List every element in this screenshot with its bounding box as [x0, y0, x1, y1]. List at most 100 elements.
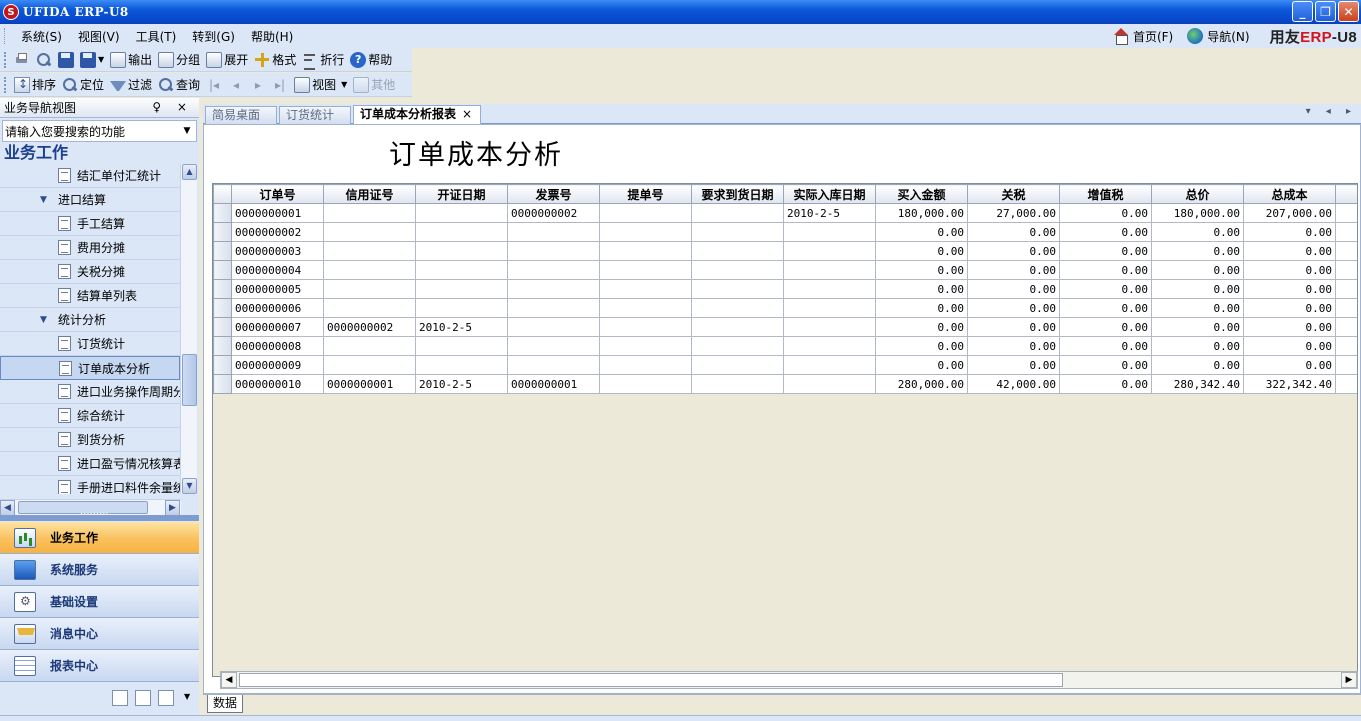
table-cell[interactable] [691, 203, 784, 223]
tree-item[interactable]: 费用分摊 [0, 236, 180, 260]
table-cell[interactable]: 0.00 [1059, 298, 1152, 318]
table-cell[interactable]: 0.00 [1059, 222, 1152, 242]
last-record-button[interactable]: ▸| [269, 75, 291, 95]
table-cell[interactable] [323, 355, 416, 375]
column-header[interactable]: 总成本 [1243, 184, 1336, 204]
table-cell[interactable]: 322,342.40 [1243, 374, 1336, 394]
table-cell[interactable]: 0.00 [1059, 260, 1152, 280]
table-cell[interactable]: 0.00 [1151, 336, 1244, 356]
list-icon[interactable] [135, 690, 151, 706]
toolbar-grip-2[interactable] [4, 76, 8, 93]
tree-folder[interactable]: ▼ 统计分析 [0, 308, 180, 332]
table-cell[interactable] [599, 279, 692, 299]
tree-item[interactable]: 手册进口料件余量统 [0, 476, 180, 494]
table-cell[interactable]: 0.00 [967, 279, 1060, 299]
tree-item[interactable]: 进口盈亏情况核算表 [0, 452, 180, 476]
table-cell[interactable] [323, 222, 416, 242]
locate-button[interactable]: 定位 [59, 75, 107, 95]
navigate-link[interactable]: 导航(N) [1187, 28, 1250, 45]
row-selector[interactable] [213, 336, 232, 356]
nav-bar-item[interactable]: 系统服务 [0, 554, 199, 586]
tree-item[interactable]: 结算单列表 [0, 284, 180, 308]
tree-item[interactable]: 综合统计 [0, 404, 180, 428]
table-cell[interactable]: 0000000010 [231, 374, 324, 394]
column-header[interactable]: 订单号 [231, 184, 324, 204]
table-cell[interactable] [323, 298, 416, 318]
function-search-input[interactable]: 请输入您要搜索的功能 ▼ [2, 120, 197, 142]
close-button[interactable]: ✕ [1338, 1, 1359, 22]
output-button[interactable]: 输出 [107, 50, 155, 70]
table-cell[interactable]: 0.00 [1243, 260, 1336, 280]
table-cell[interactable] [599, 260, 692, 280]
table-cell[interactable]: 0.00 [1243, 336, 1336, 356]
table-cell[interactable]: 0.00 [1151, 298, 1244, 318]
chevron-down-icon[interactable]: ▼ [180, 124, 194, 138]
table-cell[interactable]: 0.00 [967, 260, 1060, 280]
table-cell[interactable]: 0.00 [1059, 241, 1152, 261]
tab-scroll-controls[interactable]: ▾ ◂ ▸ [1306, 106, 1357, 117]
tab-desktop[interactable]: 简易桌面 [205, 106, 277, 124]
pin-icon[interactable]: ♀ × [152, 100, 193, 114]
table-cell[interactable]: 0.00 [875, 336, 968, 356]
panel-splitter[interactable] [0, 509, 199, 521]
table-cell[interactable] [783, 222, 876, 242]
query-button[interactable]: 查询 [155, 75, 203, 95]
tree-item[interactable]: 进口业务操作周期分 [0, 380, 180, 404]
table-cell[interactable] [415, 355, 508, 375]
table-cell[interactable]: 2010-2-5 [415, 374, 508, 394]
table-row[interactable]: 0000000006 0.00 0.00 0.00 0.00 0.00 [213, 298, 1357, 318]
table-cell[interactable]: 0.00 [967, 355, 1060, 375]
nav-bar-item[interactable]: 基础设置 [0, 586, 199, 618]
tree-icon[interactable] [158, 690, 174, 706]
prev-record-button[interactable]: ◂ [225, 75, 247, 95]
table-cell[interactable] [783, 374, 876, 394]
table-cell[interactable] [691, 336, 784, 356]
table-cell[interactable] [691, 355, 784, 375]
table-row[interactable]: 0000000003 0.00 0.00 0.00 0.00 0.00 [213, 241, 1357, 261]
grid-scroll-left-icon[interactable]: ◀ [221, 672, 237, 688]
table-cell[interactable]: 0.00 [1059, 374, 1152, 394]
table-cell[interactable]: 0000000005 [231, 279, 324, 299]
table-cell[interactable] [507, 260, 600, 280]
table-cell[interactable] [783, 317, 876, 337]
collapse-icon[interactable]: ▼ [40, 195, 58, 205]
table-cell[interactable]: 0.00 [967, 317, 1060, 337]
expand-button[interactable]: 展开 [203, 50, 251, 70]
table-row[interactable]: 0000000010 0000000001 2010-2-5 0000000001 28… [213, 374, 1357, 394]
table-cell[interactable]: 180,000.00 [1151, 203, 1244, 223]
table-cell[interactable] [599, 355, 692, 375]
table-cell[interactable]: 0000000007 [231, 317, 324, 337]
tree-item[interactable]: 订单成本分析 [0, 356, 180, 380]
table-cell[interactable] [415, 203, 508, 223]
menu-help[interactable]: 帮助(H) [243, 28, 301, 45]
table-cell[interactable]: 0.00 [1059, 336, 1152, 356]
table-cell[interactable]: 0.00 [1059, 203, 1152, 223]
column-header[interactable]: 要求到货日期 [691, 184, 784, 204]
table-cell[interactable] [599, 241, 692, 261]
table-cell[interactable]: 207,000.00 [1243, 203, 1336, 223]
table-cell[interactable]: 0000000002 [323, 317, 416, 337]
table-cell[interactable] [599, 203, 692, 223]
menu-tools[interactable]: 工具(T) [128, 28, 185, 45]
table-cell[interactable]: 0.00 [967, 241, 1060, 261]
data-sheet-tab[interactable]: 数据 [207, 695, 244, 713]
table-cell[interactable] [323, 241, 416, 261]
menu-system[interactable]: 系统(S) [13, 28, 70, 45]
tree-item[interactable]: 关税分摊 [0, 260, 180, 284]
table-cell[interactable] [507, 241, 600, 261]
table-cell[interactable]: 0.00 [875, 279, 968, 299]
row-selector[interactable] [213, 241, 232, 261]
toolbar-grip[interactable] [4, 51, 8, 68]
table-cell[interactable]: 0.00 [1151, 222, 1244, 242]
grid-scroll-thumb[interactable] [239, 673, 1063, 687]
grid-scroll-right-icon[interactable]: ▶ [1341, 672, 1357, 688]
tab-order-stats[interactable]: 订货统计 [279, 106, 351, 124]
help-button[interactable]: ? 帮助 [347, 50, 395, 70]
close-tab-icon[interactable]: × [462, 107, 472, 121]
table-cell[interactable]: 280,000.00 [875, 374, 968, 394]
column-header[interactable]: 实际入库日期 [783, 184, 876, 204]
save-as-button[interactable]: ▼ [77, 50, 107, 70]
table-cell[interactable] [783, 336, 876, 356]
grid-horizontal-scrollbar[interactable]: ◀ ▶ [220, 671, 1358, 689]
table-cell[interactable]: 2010-2-5 [415, 317, 508, 337]
